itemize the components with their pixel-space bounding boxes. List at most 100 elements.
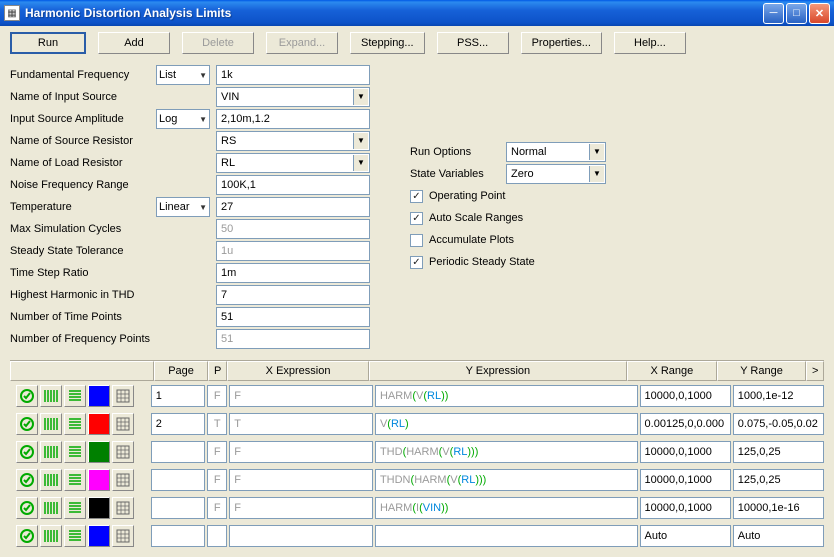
cell-yexpr[interactable]: HARM(I(VIN)) [375, 497, 638, 519]
col-yrange[interactable]: Y Range [717, 361, 807, 381]
cell-xrange[interactable]: 10000,0,1000 [640, 441, 731, 463]
input-highest-harm[interactable]: 7 [216, 285, 370, 305]
color-swatch[interactable] [88, 385, 110, 407]
enable-toggle-icon[interactable] [16, 441, 38, 463]
cell-xexpr[interactable]: F [229, 385, 373, 407]
checkbox-operating-point[interactable]: ✓Operating Point [410, 185, 750, 207]
help-button[interactable]: Help... [614, 32, 686, 54]
select-input-amp-mode[interactable]: Log▼ [156, 109, 210, 129]
yaxis-scale-icon[interactable] [64, 469, 86, 491]
xaxis-scale-icon[interactable] [40, 525, 62, 547]
cell-page[interactable]: 1 [151, 385, 206, 407]
col-xexp[interactable]: X Expression [227, 361, 368, 381]
cell-p[interactable]: T [207, 413, 227, 435]
add-button[interactable]: Add [98, 32, 170, 54]
col-more[interactable]: > [806, 361, 824, 381]
cell-yrange[interactable]: 125,0,25 [733, 441, 824, 463]
grid-icon[interactable] [112, 413, 134, 435]
color-swatch[interactable] [88, 469, 110, 491]
cell-xexpr[interactable] [229, 525, 373, 547]
yaxis-scale-icon[interactable] [64, 385, 86, 407]
cell-yexpr[interactable]: V(RL) [375, 413, 638, 435]
select-input-source[interactable]: VIN▼ [216, 87, 370, 107]
cell-yrange[interactable]: 0.075,-0.05,0.02 [733, 413, 824, 435]
enable-toggle-icon[interactable] [16, 525, 38, 547]
cell-page[interactable] [151, 441, 206, 463]
cell-page[interactable]: 2 [151, 413, 206, 435]
pss-button[interactable]: PSS... [437, 32, 509, 54]
cell-page[interactable] [151, 525, 206, 547]
yaxis-scale-icon[interactable] [64, 497, 86, 519]
select-temp-mode[interactable]: Linear▼ [156, 197, 210, 217]
select-fundamental-mode[interactable]: List▼ [156, 65, 210, 85]
color-swatch[interactable] [88, 413, 110, 435]
xaxis-scale-icon[interactable] [40, 441, 62, 463]
cell-yrange[interactable]: 10000,1e-16 [733, 497, 824, 519]
expand-button[interactable]: Expand... [266, 32, 338, 54]
enable-toggle-icon[interactable] [16, 385, 38, 407]
select-state-vars[interactable]: Zero▼ [506, 164, 606, 184]
xaxis-scale-icon[interactable] [40, 413, 62, 435]
cell-p[interactable]: F [207, 441, 227, 463]
grid-icon[interactable] [112, 385, 134, 407]
close-button[interactable]: ✕ [809, 3, 830, 24]
cell-xexpr[interactable]: F [229, 469, 373, 491]
input-num-time[interactable]: 51 [216, 307, 370, 327]
delete-button[interactable]: Delete [182, 32, 254, 54]
maximize-button[interactable]: □ [786, 3, 807, 24]
cell-xrange[interactable]: 10000,0,1000 [640, 497, 731, 519]
yaxis-scale-icon[interactable] [64, 441, 86, 463]
cell-xrange[interactable]: 0.00125,0,0.000 [640, 413, 731, 435]
cell-page[interactable] [151, 469, 206, 491]
cell-yrange[interactable]: 1000,1e-12 [733, 385, 824, 407]
run-button[interactable]: Run [10, 32, 86, 54]
select-run-options[interactable]: Normal▼ [506, 142, 606, 162]
checkbox-auto-scale[interactable]: ✓Auto Scale Ranges [410, 207, 750, 229]
cell-p[interactable] [207, 525, 227, 547]
col-page[interactable]: Page [154, 361, 208, 381]
cell-yexpr[interactable]: THD(HARM(V(RL))) [375, 441, 638, 463]
col-p[interactable]: P [208, 361, 228, 381]
yaxis-scale-icon[interactable] [64, 413, 86, 435]
col-yexp[interactable]: Y Expression [369, 361, 627, 381]
input-fundamental-freq[interactable]: 1k [216, 65, 370, 85]
select-load-resistor[interactable]: RL▼ [216, 153, 370, 173]
properties-button[interactable]: Properties... [521, 32, 602, 54]
input-noise-freq[interactable]: 100K,1 [216, 175, 370, 195]
cell-page[interactable] [151, 497, 206, 519]
input-input-amp[interactable]: 2,10m,1.2 [216, 109, 370, 129]
cell-xexpr[interactable]: T [229, 413, 373, 435]
input-temperature[interactable]: 27 [216, 197, 370, 217]
yaxis-scale-icon[interactable] [64, 525, 86, 547]
enable-toggle-icon[interactable] [16, 413, 38, 435]
enable-toggle-icon[interactable] [16, 497, 38, 519]
input-time-step[interactable]: 1m [216, 263, 370, 283]
cell-p[interactable]: F [207, 385, 227, 407]
cell-yexpr[interactable] [375, 525, 638, 547]
cell-yexpr[interactable]: THDN(HARM(V(RL))) [375, 469, 638, 491]
cell-xrange[interactable]: Auto [640, 525, 731, 547]
cell-p[interactable]: F [207, 469, 227, 491]
cell-yrange[interactable]: Auto [733, 525, 824, 547]
cell-p[interactable]: F [207, 497, 227, 519]
grid-icon[interactable] [112, 525, 134, 547]
cell-yexpr[interactable]: HARM(V(RL)) [375, 385, 638, 407]
grid-icon[interactable] [112, 441, 134, 463]
checkbox-pss[interactable]: ✓Periodic Steady State [410, 251, 750, 273]
checkbox-accumulate[interactable]: Accumulate Plots [410, 229, 750, 251]
grid-icon[interactable] [112, 497, 134, 519]
minimize-button[interactable]: ─ [763, 3, 784, 24]
cell-xexpr[interactable]: F [229, 441, 373, 463]
color-swatch[interactable] [88, 441, 110, 463]
grid-icon[interactable] [112, 469, 134, 491]
cell-xrange[interactable]: 10000,0,1000 [640, 385, 731, 407]
cell-yrange[interactable]: 125,0,25 [733, 469, 824, 491]
stepping-button[interactable]: Stepping... [350, 32, 425, 54]
select-src-resistor[interactable]: RS▼ [216, 131, 370, 151]
xaxis-scale-icon[interactable] [40, 497, 62, 519]
xaxis-scale-icon[interactable] [40, 385, 62, 407]
xaxis-scale-icon[interactable] [40, 469, 62, 491]
enable-toggle-icon[interactable] [16, 469, 38, 491]
cell-xrange[interactable]: 10000,0,1000 [640, 469, 731, 491]
color-swatch[interactable] [88, 497, 110, 519]
